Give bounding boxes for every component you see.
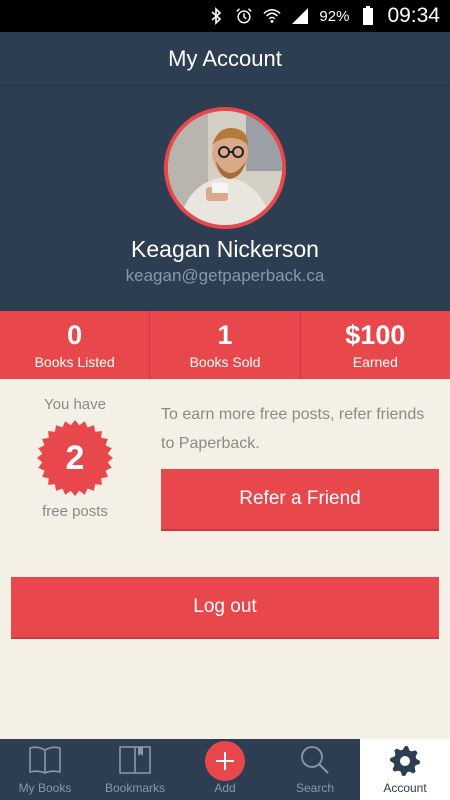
tab-add[interactable]: Add [180,739,270,800]
status-clock: 09:34 [387,4,440,27]
book-icon [28,745,62,778]
stat-value: $100 [345,320,406,350]
tab-account[interactable]: Account [360,739,450,800]
battery-icon [359,6,377,25]
refer-description: To earn more free posts, refer friends t… [161,406,425,452]
free-posts-suffix: free posts [42,503,108,520]
profile-name: Keagan Nickerson [131,236,319,262]
tab-search[interactable]: Search [270,739,360,800]
refer-friend-button[interactable]: Refer a Friend [161,469,439,531]
stat-value: 1 [217,320,233,350]
signal-icon [291,7,309,25]
battery-percent: 92% [319,7,350,25]
search-icon [299,745,331,778]
plus-icon [205,741,245,781]
profile-section: Keagan Nickerson keagan@getpaperback.ca [0,86,450,311]
stats-bar: 0 Books Listed 1 Books Sold $100 Earned [0,311,450,379]
free-posts-count: 2 [65,438,85,477]
wifi-icon [263,7,281,25]
stat-label: Earned [352,354,398,370]
bluetooth-icon [207,7,225,25]
gear-icon [389,745,421,780]
stat-label: Books Listed [34,354,115,370]
bookmark-icon [118,745,152,778]
stat-books-listed: 0 Books Listed [0,311,151,379]
free-posts-panel: You have 2 free posts [10,396,140,520]
page-title: My Account [168,45,282,71]
logout-button[interactable]: Log out [11,577,439,639]
profile-email: keagan@getpaperback.ca [125,266,325,285]
avatar [164,107,286,229]
free-posts-prefix: You have [43,396,106,413]
bottom-tab-bar: My Books Bookmarks Add Search Account [0,739,450,800]
status-bar: 92% 09:34 [0,0,450,32]
stat-books-sold: 1 Books Sold [150,311,301,379]
stat-value: 0 [67,320,83,350]
stat-label: Books Sold [189,354,261,370]
stat-earned: $100 Earned [301,311,450,379]
alarm-icon [235,7,253,25]
tab-my-books[interactable]: My Books [0,739,90,800]
free-posts-badge: 2 [36,419,114,497]
tab-bookmarks[interactable]: Bookmarks [90,739,180,800]
app-header: My Account [0,32,450,86]
